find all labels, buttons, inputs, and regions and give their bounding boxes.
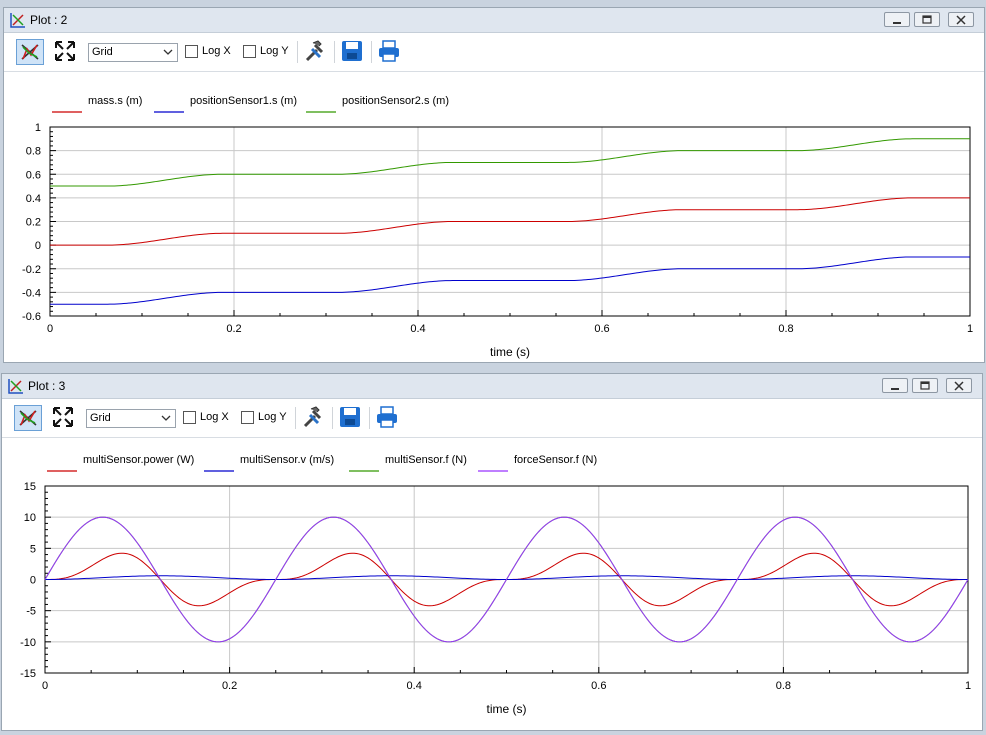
- save-icon: [342, 41, 362, 61]
- toolbar-separator: [334, 41, 335, 63]
- log-y-label: Log Y: [260, 45, 289, 57]
- plot-app-icon: [8, 379, 23, 394]
- line-chart[interactable]: multiSensor.power (W) multiSensor.v (m/s)…: [2, 438, 982, 730]
- log-x-label: Log X: [200, 411, 229, 423]
- tools-icon: [303, 406, 322, 428]
- y-tick-label: -0.4: [22, 287, 41, 299]
- grid-select-value: Grid: [92, 46, 113, 58]
- toolbar-separator: [371, 41, 372, 63]
- legend-label: positionSensor2.s (m): [342, 95, 449, 107]
- save-button[interactable]: [339, 39, 367, 65]
- line-chart[interactable]: mass.s (m) positionSensor1.s (m) positionS…: [4, 72, 984, 362]
- fit-in-view-button[interactable]: [16, 39, 44, 65]
- y-tick-label: 15: [24, 481, 36, 493]
- save-button[interactable]: [337, 405, 365, 431]
- plot-area: mass.s (m) positionSensor1.s (m) positionS…: [4, 72, 984, 362]
- log-x-label: Log X: [202, 45, 231, 57]
- legend-label: multiSensor.f (N): [385, 454, 467, 466]
- close-button[interactable]: [948, 12, 974, 27]
- plot-toolbar: Grid Log X Log Y: [4, 33, 984, 72]
- y-tick-label: -10: [20, 637, 36, 649]
- chevron-down-icon: [161, 415, 171, 421]
- y-tick-label: -15: [20, 668, 36, 680]
- x-axis-label: time (s): [487, 702, 527, 716]
- log-x-checkbox[interactable]: [183, 411, 196, 424]
- x-tick-label: 0: [47, 323, 53, 335]
- toolbar-separator: [332, 407, 333, 429]
- tools-icon: [305, 40, 324, 62]
- x-tick-label: 1: [967, 323, 973, 335]
- x-tick-label: 1: [965, 680, 971, 692]
- x-tick-label: 0.6: [594, 323, 609, 335]
- plot-area: multiSensor.power (W) multiSensor.v (m/s)…: [2, 438, 982, 730]
- grid-select[interactable]: Grid: [86, 409, 176, 428]
- series-line: [50, 256, 970, 305]
- x-tick-label: 0.2: [222, 680, 237, 692]
- grid-select[interactable]: Grid: [88, 43, 178, 62]
- x-tick-label: 0.6: [591, 680, 606, 692]
- fit-in-view-icon: [19, 410, 37, 426]
- y-tick-label: 0: [30, 575, 36, 587]
- titlebar[interactable]: Plot : 3: [2, 374, 982, 399]
- titlebar[interactable]: Plot : 2: [4, 8, 984, 33]
- auto-scale-icon: [53, 407, 73, 427]
- save-icon: [340, 407, 360, 427]
- legend-label: mass.s (m): [88, 95, 142, 107]
- chevron-down-icon: [163, 49, 173, 55]
- restore-button[interactable]: [914, 12, 940, 27]
- x-axis-label: time (s): [490, 345, 530, 359]
- y-tick-label: 0.4: [26, 193, 41, 205]
- x-tick-label: 0.8: [778, 323, 793, 335]
- printer-icon: [377, 406, 397, 428]
- window-title: Plot : 3: [28, 379, 66, 393]
- auto-scale-button[interactable]: [52, 39, 80, 65]
- fit-in-view-icon: [21, 44, 39, 60]
- legend-label: positionSensor1.s (m): [190, 95, 297, 107]
- y-tick-label: -0.2: [22, 264, 41, 276]
- close-button[interactable]: [946, 378, 972, 393]
- auto-scale-icon: [55, 41, 75, 61]
- toolbar-separator: [297, 41, 298, 63]
- legend-label: multiSensor.power (W): [83, 454, 194, 466]
- y-tick-label: -5: [26, 606, 36, 618]
- printer-icon: [379, 40, 399, 62]
- y-tick-label: 0.2: [26, 217, 41, 229]
- minimize-button[interactable]: [882, 378, 908, 393]
- plot-window-2: Plot : 2 Grid Log X Log Y mass.s (m) pos…: [3, 7, 985, 363]
- log-y-label: Log Y: [258, 411, 287, 423]
- plot-app-icon: [10, 13, 25, 28]
- window-title: Plot : 2: [30, 13, 68, 27]
- setup-button[interactable]: [300, 405, 328, 431]
- series-line: [50, 138, 970, 187]
- print-button[interactable]: [376, 39, 404, 65]
- y-tick-label: 10: [24, 512, 36, 524]
- y-tick-label: 0.6: [26, 169, 41, 181]
- x-tick-label: 0.8: [776, 680, 791, 692]
- legend-label: multiSensor.v (m/s): [240, 454, 334, 466]
- x-tick-label: 0.2: [226, 323, 241, 335]
- y-tick-label: 1: [35, 122, 41, 134]
- legend-label: forceSensor.f (N): [514, 454, 597, 466]
- toolbar-separator: [295, 407, 296, 429]
- log-y-checkbox[interactable]: [243, 45, 256, 58]
- fit-in-view-button[interactable]: [14, 405, 42, 431]
- x-tick-label: 0.4: [410, 323, 425, 335]
- plot-toolbar: Grid Log X Log Y: [2, 399, 982, 438]
- setup-button[interactable]: [302, 39, 330, 65]
- plot-window-3: Plot : 3 Grid Log X Log Y multiSensor.po…: [1, 373, 983, 731]
- minimize-button[interactable]: [884, 12, 910, 27]
- auto-scale-button[interactable]: [50, 405, 78, 431]
- print-button[interactable]: [374, 405, 402, 431]
- y-tick-label: 5: [30, 543, 36, 555]
- log-x-checkbox[interactable]: [185, 45, 198, 58]
- y-tick-label: -0.6: [22, 311, 41, 323]
- grid-select-value: Grid: [90, 412, 111, 424]
- x-tick-label: 0: [42, 680, 48, 692]
- log-y-checkbox[interactable]: [241, 411, 254, 424]
- y-tick-label: 0.8: [26, 146, 41, 158]
- restore-button[interactable]: [912, 378, 938, 393]
- toolbar-separator: [369, 407, 370, 429]
- x-tick-label: 0.4: [407, 680, 422, 692]
- y-tick-label: 0: [35, 240, 41, 252]
